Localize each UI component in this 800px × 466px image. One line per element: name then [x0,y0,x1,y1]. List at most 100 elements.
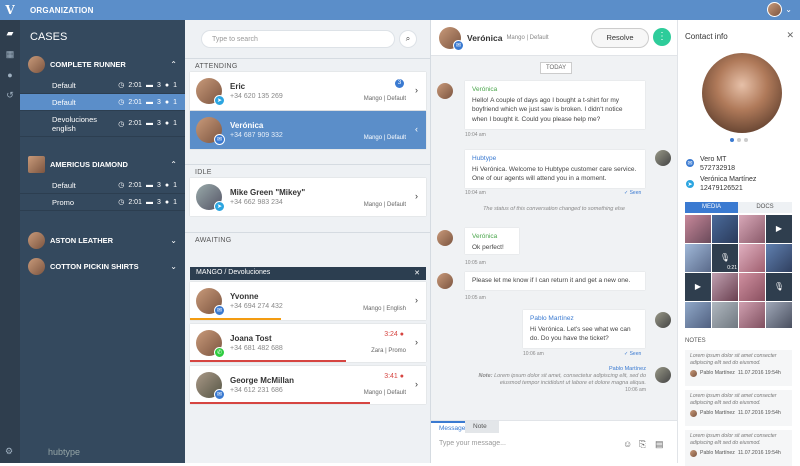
case-group-cotton-pickin[interactable]: COTTON PICKIN SHIRTS ⌄ [20,253,185,279]
quick-reply-icon[interactable]: ▤ [655,439,664,450]
case-sub-devoluciones[interactable]: Devoluciones english ◷2:01▬3●1 [20,111,185,137]
message-text: Hi Verónica. Welcome to Hubtype customer… [472,165,638,184]
search-input[interactable]: Type to search [201,30,395,48]
clock-icon: ◷ [118,181,124,189]
media-thumbnail[interactable] [739,302,765,328]
media-thumbnail[interactable] [739,244,765,272]
wait-progress-bar [190,318,281,320]
resolve-button[interactable]: Resolve [591,28,649,48]
chevron-down-icon[interactable]: ⌄ [170,262,177,271]
notes-heading: NOTES [685,338,706,344]
note-card: Lorem ipsum dolor sit amet consecter adi… [685,390,792,426]
note-date: 11.07.2016 19:54h [738,410,781,417]
chevron-right-icon[interactable]: › [415,191,418,201]
conversation-card-eric[interactable]: ➤ Eric+34 620 135 269 3 Mango | Default … [190,72,426,110]
carousel-dot[interactable] [730,138,734,142]
media-thumbnail[interactable] [766,244,792,272]
author-avatar [690,410,697,417]
unread-badge: 3 [395,79,404,88]
contact-avatar: ✉ [439,27,461,49]
case-group-aston-leather[interactable]: ASTON LEATHER ⌄ [20,227,185,253]
media-thumbnail[interactable] [685,302,711,328]
media-thumbnail[interactable] [712,273,738,301]
microphone-icon[interactable]: 🎙0:21 [712,244,738,272]
chevron-right-icon[interactable]: › [415,295,418,305]
message-icon: ▬ [146,199,153,206]
chevron-left-icon[interactable]: ‹ [415,124,418,134]
message-input[interactable]: Type your message... [439,440,506,447]
close-icon[interactable]: ✕ [786,30,794,41]
chevron-down-icon[interactable]: ⌄ [170,236,177,245]
case-sub-default[interactable]: Default ◷2:01▬3●1 [20,77,185,94]
messenger-icon: ✉ [453,40,464,51]
chat-case-tag: Mango | Default [506,35,548,41]
tab-message[interactable]: Message [431,421,465,433]
media-thumbnail[interactable] [739,273,765,301]
carousel-dot[interactable] [744,138,748,142]
app-logo[interactable]: V [0,0,20,20]
user-avatar[interactable] [767,2,782,17]
dashboard-icon[interactable]: ▦ [6,49,15,60]
contacts-icon[interactable]: ● [7,70,12,80]
settings-icon[interactable]: ⚙ [5,446,13,457]
group-name: COTTON PICKIN SHIRTS [50,262,170,271]
message-incoming: Please let me know if I can return it an… [465,272,645,290]
clock-icon: ◷ [118,81,124,89]
channel-id: 572732918 [700,164,735,173]
chat-icon[interactable]: ▰ [7,28,14,39]
media-thumbnail[interactable] [739,215,765,243]
conversation-card-george[interactable]: ✉ George McMillan+34 612 231 686 3:41 ● … [190,366,426,404]
media-thumbnail[interactable] [766,302,792,328]
tab-note[interactable]: Note [465,421,499,433]
tab-media[interactable]: MEDIA [685,202,738,213]
search-icon[interactable]: ⌕ [399,30,417,48]
message-time: 10:04 am [465,132,486,138]
carousel-dot[interactable] [737,138,741,142]
media-thumbnail[interactable] [685,244,711,272]
case-group-complete-runner[interactable]: COMPLETE RUNNER ⌃ [20,51,185,77]
case-sub-promo[interactable]: Promo ◷2:01▬3●1 [20,194,185,211]
case-sub-default[interactable]: Default ◷2:01▬3●1 [20,177,185,194]
microphone-icon[interactable]: 🎙 [766,273,792,301]
chevron-right-icon[interactable]: › [415,85,418,95]
message-sender: Verónica [472,85,638,95]
chevron-right-icon[interactable]: › [415,379,418,389]
message-text: Hello! A couple of days ago I bought a t… [472,96,638,125]
conversation-card-mike[interactable]: ➤ Mike Green "Mikey"+34 662 983 234 Mang… [190,178,426,216]
photo-carousel-dots[interactable] [730,138,748,142]
tab-docs[interactable]: DOCS [738,202,792,213]
media-thumbnail[interactable] [712,302,738,328]
chevron-up-icon[interactable]: ⌃ [170,160,177,169]
internal-note: Pablo Martínez Note: Lorem ipsum dolor s… [471,366,646,394]
play-icon[interactable]: ▶ [766,215,792,243]
note-time: 10:06 am [471,387,646,394]
chevron-up-icon[interactable]: ⌃ [170,60,177,69]
close-icon[interactable]: ✕ [414,269,420,278]
section-awaiting: AWAITING [185,232,431,248]
media-thumbnail[interactable] [712,215,738,243]
note-card: Lorem ipsum dolor sit amet consecter adi… [685,430,792,466]
play-icon[interactable]: ▶ [685,273,711,301]
nav-rail: ▰ ▦ ● ↺ [0,20,20,463]
chevron-right-icon[interactable]: › [415,337,418,347]
case-sub-default-selected[interactable]: Default ◷2:01▬3●1 [20,94,185,111]
group-avatar [28,232,45,249]
media-thumbnail[interactable] [685,215,711,243]
emoji-icon[interactable]: ☺ [623,439,632,449]
user-menu[interactable]: ⌄ [767,2,792,17]
telegram-icon: ➤ [214,95,225,106]
history-icon[interactable]: ↺ [6,90,14,101]
conversation-card-yvonne[interactable]: ✉ Yvonne+34 694 274 432 Mango | English … [190,282,426,320]
sub-time: 2:01 [128,120,142,127]
wait-progress-bar [190,360,346,362]
contact-phone: +34 612 231 686 [230,387,294,394]
queue-label: MANGO / Devoluciones [196,269,270,278]
conversation-card-joana[interactable]: ✆ Joana Tost+34 681 482 688 3:24 ● Zara … [190,324,426,362]
contact-name: Joana Tost [230,334,283,343]
clock-icon: ◷ [118,120,124,128]
conversation-card-veronica[interactable]: ✉ Verónica+34 687 909 332 Mango | Defaul… [190,111,426,149]
contact-avatar: ➤ [196,78,222,104]
attachment-icon[interactable]: ⎘ [639,439,646,450]
more-options-icon[interactable]: ⋮ [653,28,671,46]
case-group-americus-diamond[interactable]: AMERICUS DIAMOND ⌃ [20,151,185,177]
